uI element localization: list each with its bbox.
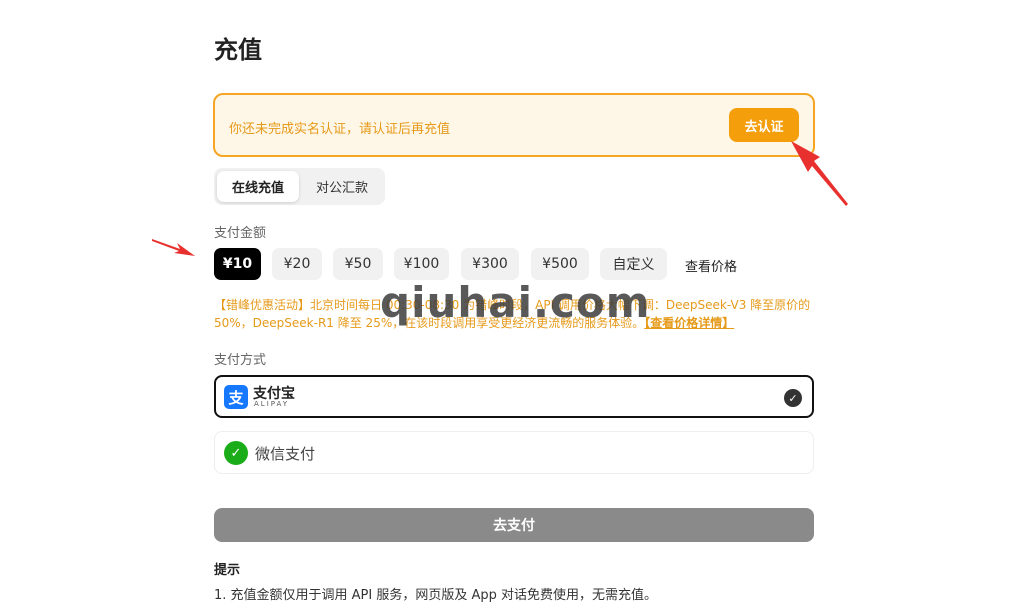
amount-option-500[interactable]: ¥500 xyxy=(531,248,589,280)
tips-line: 1. 充值金额仅用于调用 API 服务，网页版及 App 对话免费使用，无需充值… xyxy=(214,588,658,603)
amount-option-10[interactable]: ¥10 xyxy=(214,248,261,280)
price-details-link[interactable]: 【查看价格详情】 xyxy=(644,316,734,330)
tab-corporate-transfer[interactable]: 对公汇款 xyxy=(302,171,382,202)
view-price-link[interactable]: 查看价格 xyxy=(685,256,737,275)
wechat-pay-option[interactable]: ✓ 微信支付 xyxy=(214,431,814,474)
alipay-icon: 支 xyxy=(224,385,248,409)
alipay-option[interactable]: 支 支付宝 ALIPAY ✓ xyxy=(214,375,814,418)
pay-button[interactable]: 去支付 xyxy=(214,508,814,542)
annotation-arrow-icon xyxy=(152,239,195,256)
tips-title: 提示 xyxy=(214,563,241,578)
recharge-tabs: 在线充值 对公汇款 xyxy=(214,168,385,205)
amount-option-custom[interactable]: 自定义 xyxy=(600,248,667,280)
alert-message: 你还未完成实名认证，请认证后再充值 xyxy=(229,122,451,137)
wechat-icon: ✓ xyxy=(224,441,248,465)
amount-option-20[interactable]: ¥20 xyxy=(272,248,322,280)
amount-option-300[interactable]: ¥300 xyxy=(461,248,519,280)
amount-label: 支付金额 xyxy=(214,226,267,241)
amount-option-50[interactable]: ¥50 xyxy=(333,248,383,280)
verification-alert: 你还未完成实名认证，请认证后再充值 去认证 xyxy=(213,93,815,157)
page-title: 充值 xyxy=(214,36,262,64)
check-icon: ✓ xyxy=(784,389,802,407)
verify-button[interactable]: 去认证 xyxy=(729,108,799,142)
tab-online-recharge[interactable]: 在线充值 xyxy=(217,171,299,202)
payment-method-label: 支付方式 xyxy=(214,353,267,368)
amount-option-100[interactable]: ¥100 xyxy=(394,248,449,280)
wechat-pay-name: 微信支付 xyxy=(255,445,316,463)
alipay-subtitle: ALIPAY xyxy=(254,400,290,408)
promo-notice: 【错峰优惠活动】北京时间每日 00:30-08:30 为错峰时段，API 调用价… xyxy=(214,296,814,332)
